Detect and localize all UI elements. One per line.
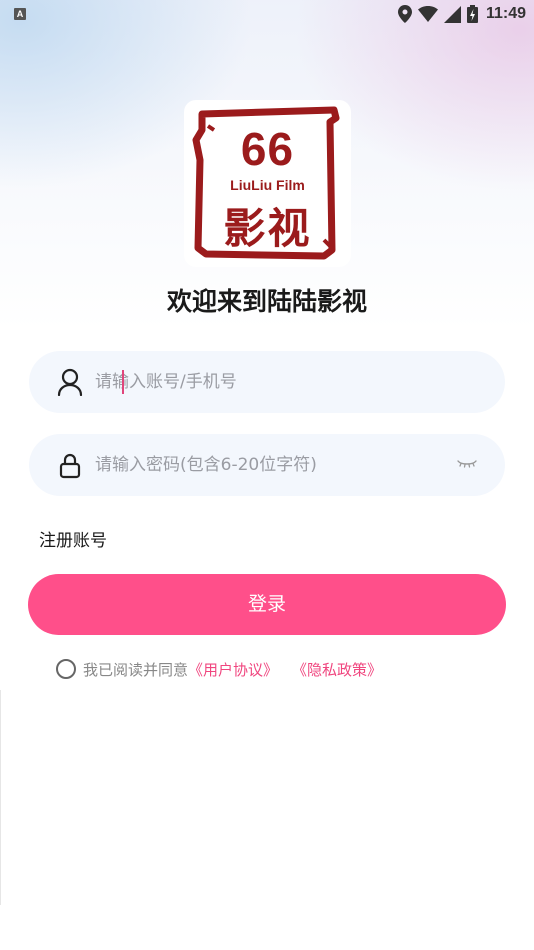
password-field (29, 434, 505, 496)
user-icon (57, 368, 83, 396)
eye-closed-icon[interactable] (457, 458, 477, 472)
login-screen: A 11:49 66 LiuLiu Film 影视 欢迎来到陆陆影视 请输入账号… (0, 0, 534, 950)
agreement-checkbox[interactable] (56, 659, 76, 679)
status-bar: A 11:49 (0, 0, 534, 28)
logo-chinese-name: 影视 (223, 204, 312, 253)
cellular-signal-icon (443, 5, 461, 23)
wifi-icon (417, 6, 438, 22)
location-icon (397, 5, 412, 23)
notification-badge-icon: A (14, 8, 26, 20)
account-input[interactable] (95, 351, 445, 413)
lock-icon (59, 453, 81, 479)
password-input[interactable] (95, 434, 445, 496)
register-link[interactable]: 注册账号 (39, 526, 107, 551)
clock: 11:49 (485, 5, 526, 22)
battery-charging-icon (466, 5, 478, 23)
account-field (29, 351, 505, 413)
user-agreement-link[interactable]: 《用户协议》 (188, 659, 278, 680)
text-cursor (122, 370, 124, 394)
app-logo: 66 LiuLiu Film 影视 (184, 100, 351, 267)
logo-number: 66 (240, 123, 295, 175)
agreement-row: 我已阅读并同意 《用户协议》 《隐私政策》 (56, 658, 382, 680)
login-button[interactable]: 登录 (28, 574, 506, 635)
welcome-title: 欢迎来到陆陆影视 (166, 287, 367, 316)
logo-english-name: LiuLiu Film (230, 177, 305, 193)
divider (0, 690, 1, 905)
privacy-policy-link[interactable]: 《隐私政策》 (292, 659, 382, 680)
agreement-prefix: 我已阅读并同意 (83, 660, 189, 679)
